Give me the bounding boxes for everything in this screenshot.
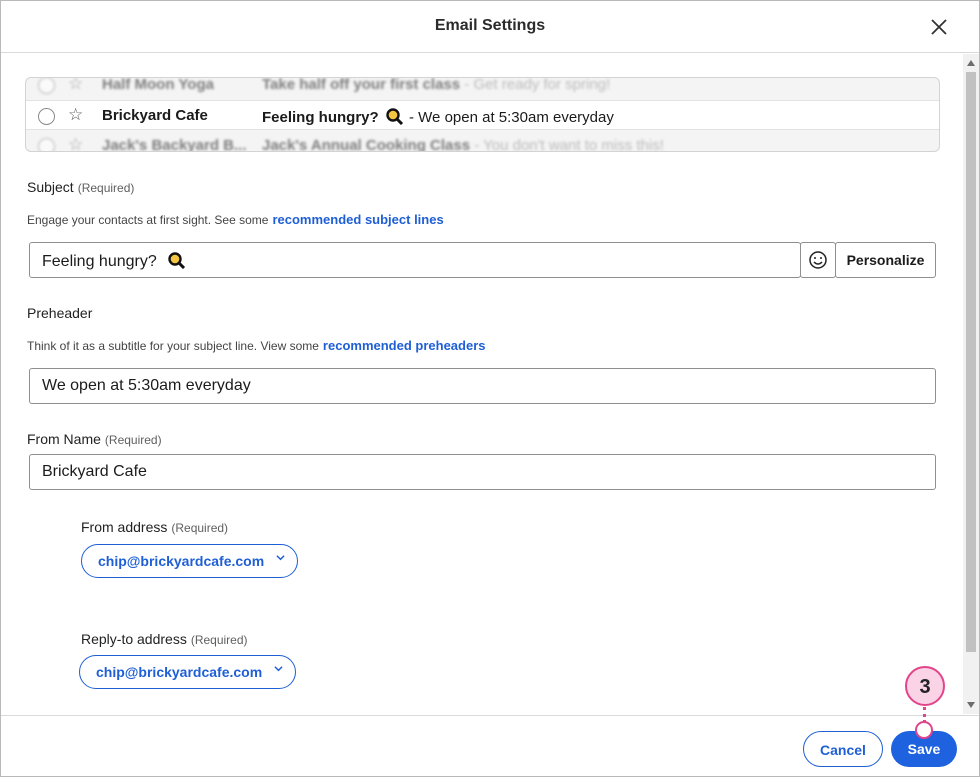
preheader-input[interactable]: We open at 5:30am everyday: [29, 368, 936, 404]
scroll-up-arrow-icon[interactable]: [967, 60, 975, 66]
required-tag: (Required): [77, 181, 135, 195]
list-item-active: ☆ Brickyard Cafe Feeling hungry? - We op…: [26, 100, 939, 130]
chevron-down-icon: [274, 666, 283, 672]
dialog-footer: Cancel Save: [1, 715, 979, 776]
close-icon[interactable]: [929, 17, 949, 37]
reply-to-label: Reply-to address (Required): [81, 631, 248, 647]
reply-to-dropdown[interactable]: chip@brickyardcafe.com: [79, 655, 296, 689]
dialog-body: ☆ Half Moon Yoga Take half off your firs…: [1, 54, 963, 714]
personalize-button[interactable]: Personalize: [835, 242, 936, 278]
from-name-input[interactable]: Brickyard Cafe: [29, 454, 936, 490]
preheader-label: Preheader: [27, 305, 93, 321]
subject-hint-text: Engage your contacts at first sight. See…: [27, 213, 269, 227]
recommended-preheaders-link[interactable]: recommended preheaders: [323, 338, 486, 353]
smiley-icon: [809, 251, 827, 269]
preview-preheader: - You don't want to miss this!: [470, 137, 664, 152]
star-icon: ☆: [68, 105, 84, 124]
preview-preheader: - We open at 5:30am everyday: [404, 109, 614, 126]
reply-to-label-text: Reply-to address: [81, 631, 187, 647]
checkbox-icon: [38, 78, 55, 94]
from-name-label-text: From Name: [27, 431, 101, 447]
recommended-subject-lines-link[interactable]: recommended subject lines: [272, 212, 443, 227]
magnifying-glass-icon: [386, 108, 403, 126]
emoji-button[interactable]: [800, 242, 836, 278]
reply-to-value: chip@brickyardcafe.com: [96, 664, 263, 680]
subject-value: Feeling hungry?: [42, 253, 157, 270]
from-address-value: chip@brickyardcafe.com: [98, 553, 265, 569]
preview-subject-line: Take half off your first class - Get rea…: [262, 77, 611, 93]
from-name-label: From Name (Required): [27, 431, 162, 447]
scrollbar-thumb[interactable]: [966, 72, 976, 652]
email-settings-dialog: Email Settings ☆ Half Moon Yoga Take hal…: [0, 0, 980, 777]
dialog-title: Email Settings: [434, 17, 546, 34]
preview-subject: Take half off your first class: [262, 77, 461, 93]
preview-subject-line: Feeling hungry? - We open at 5:30am ever…: [262, 107, 614, 126]
preview-sender: Jack's Backyard B...: [102, 137, 247, 152]
subject-label: Subject (Required): [27, 179, 134, 195]
step-callout-badge: 3: [905, 666, 945, 706]
scroll-down-arrow-icon[interactable]: [967, 702, 975, 708]
list-item: ☆ Jack's Backyard B... Jack's Annual Coo…: [26, 131, 939, 152]
preheader-hint: Think of it as a subtitle for your subje…: [27, 338, 486, 353]
preview-subject: Jack's Annual Cooking Class: [262, 137, 471, 152]
preview-subject: Feeling hungry?: [262, 109, 379, 126]
chevron-down-icon: [276, 555, 285, 561]
callout-target-dot: [915, 721, 933, 739]
star-icon: ☆: [68, 77, 84, 93]
preview-sender: Brickyard Cafe: [102, 107, 208, 124]
preview-preheader: - Get ready for spring!: [460, 77, 611, 93]
required-tag: (Required): [104, 433, 162, 447]
dialog-header: Email Settings: [1, 1, 979, 53]
from-address-dropdown[interactable]: chip@brickyardcafe.com: [81, 544, 298, 578]
checkbox-icon: [38, 108, 55, 125]
list-item: ☆ Half Moon Yoga Take half off your firs…: [26, 77, 939, 100]
from-address-label-text: From address: [81, 519, 168, 535]
star-icon: ☆: [68, 135, 84, 152]
subject-label-text: Subject: [27, 179, 74, 195]
preview-subject-line: Jack's Annual Cooking Class - You don't …: [262, 137, 664, 152]
required-tag: (Required): [171, 521, 229, 535]
subject-hint: Engage your contacts at first sight. See…: [27, 212, 444, 227]
preview-sender: Half Moon Yoga: [102, 77, 214, 93]
preheader-hint-text: Think of it as a subtitle for your subje…: [27, 339, 319, 353]
required-tag: (Required): [190, 633, 248, 647]
inbox-preview: ☆ Half Moon Yoga Take half off your firs…: [25, 77, 940, 152]
subject-input[interactable]: Feeling hungry?: [29, 242, 801, 278]
checkbox-icon: [38, 138, 55, 151]
cancel-button[interactable]: Cancel: [803, 731, 883, 767]
from-address-label: From address (Required): [81, 519, 228, 535]
scrollbar[interactable]: [963, 54, 979, 714]
magnifying-glass-icon: [168, 252, 186, 270]
